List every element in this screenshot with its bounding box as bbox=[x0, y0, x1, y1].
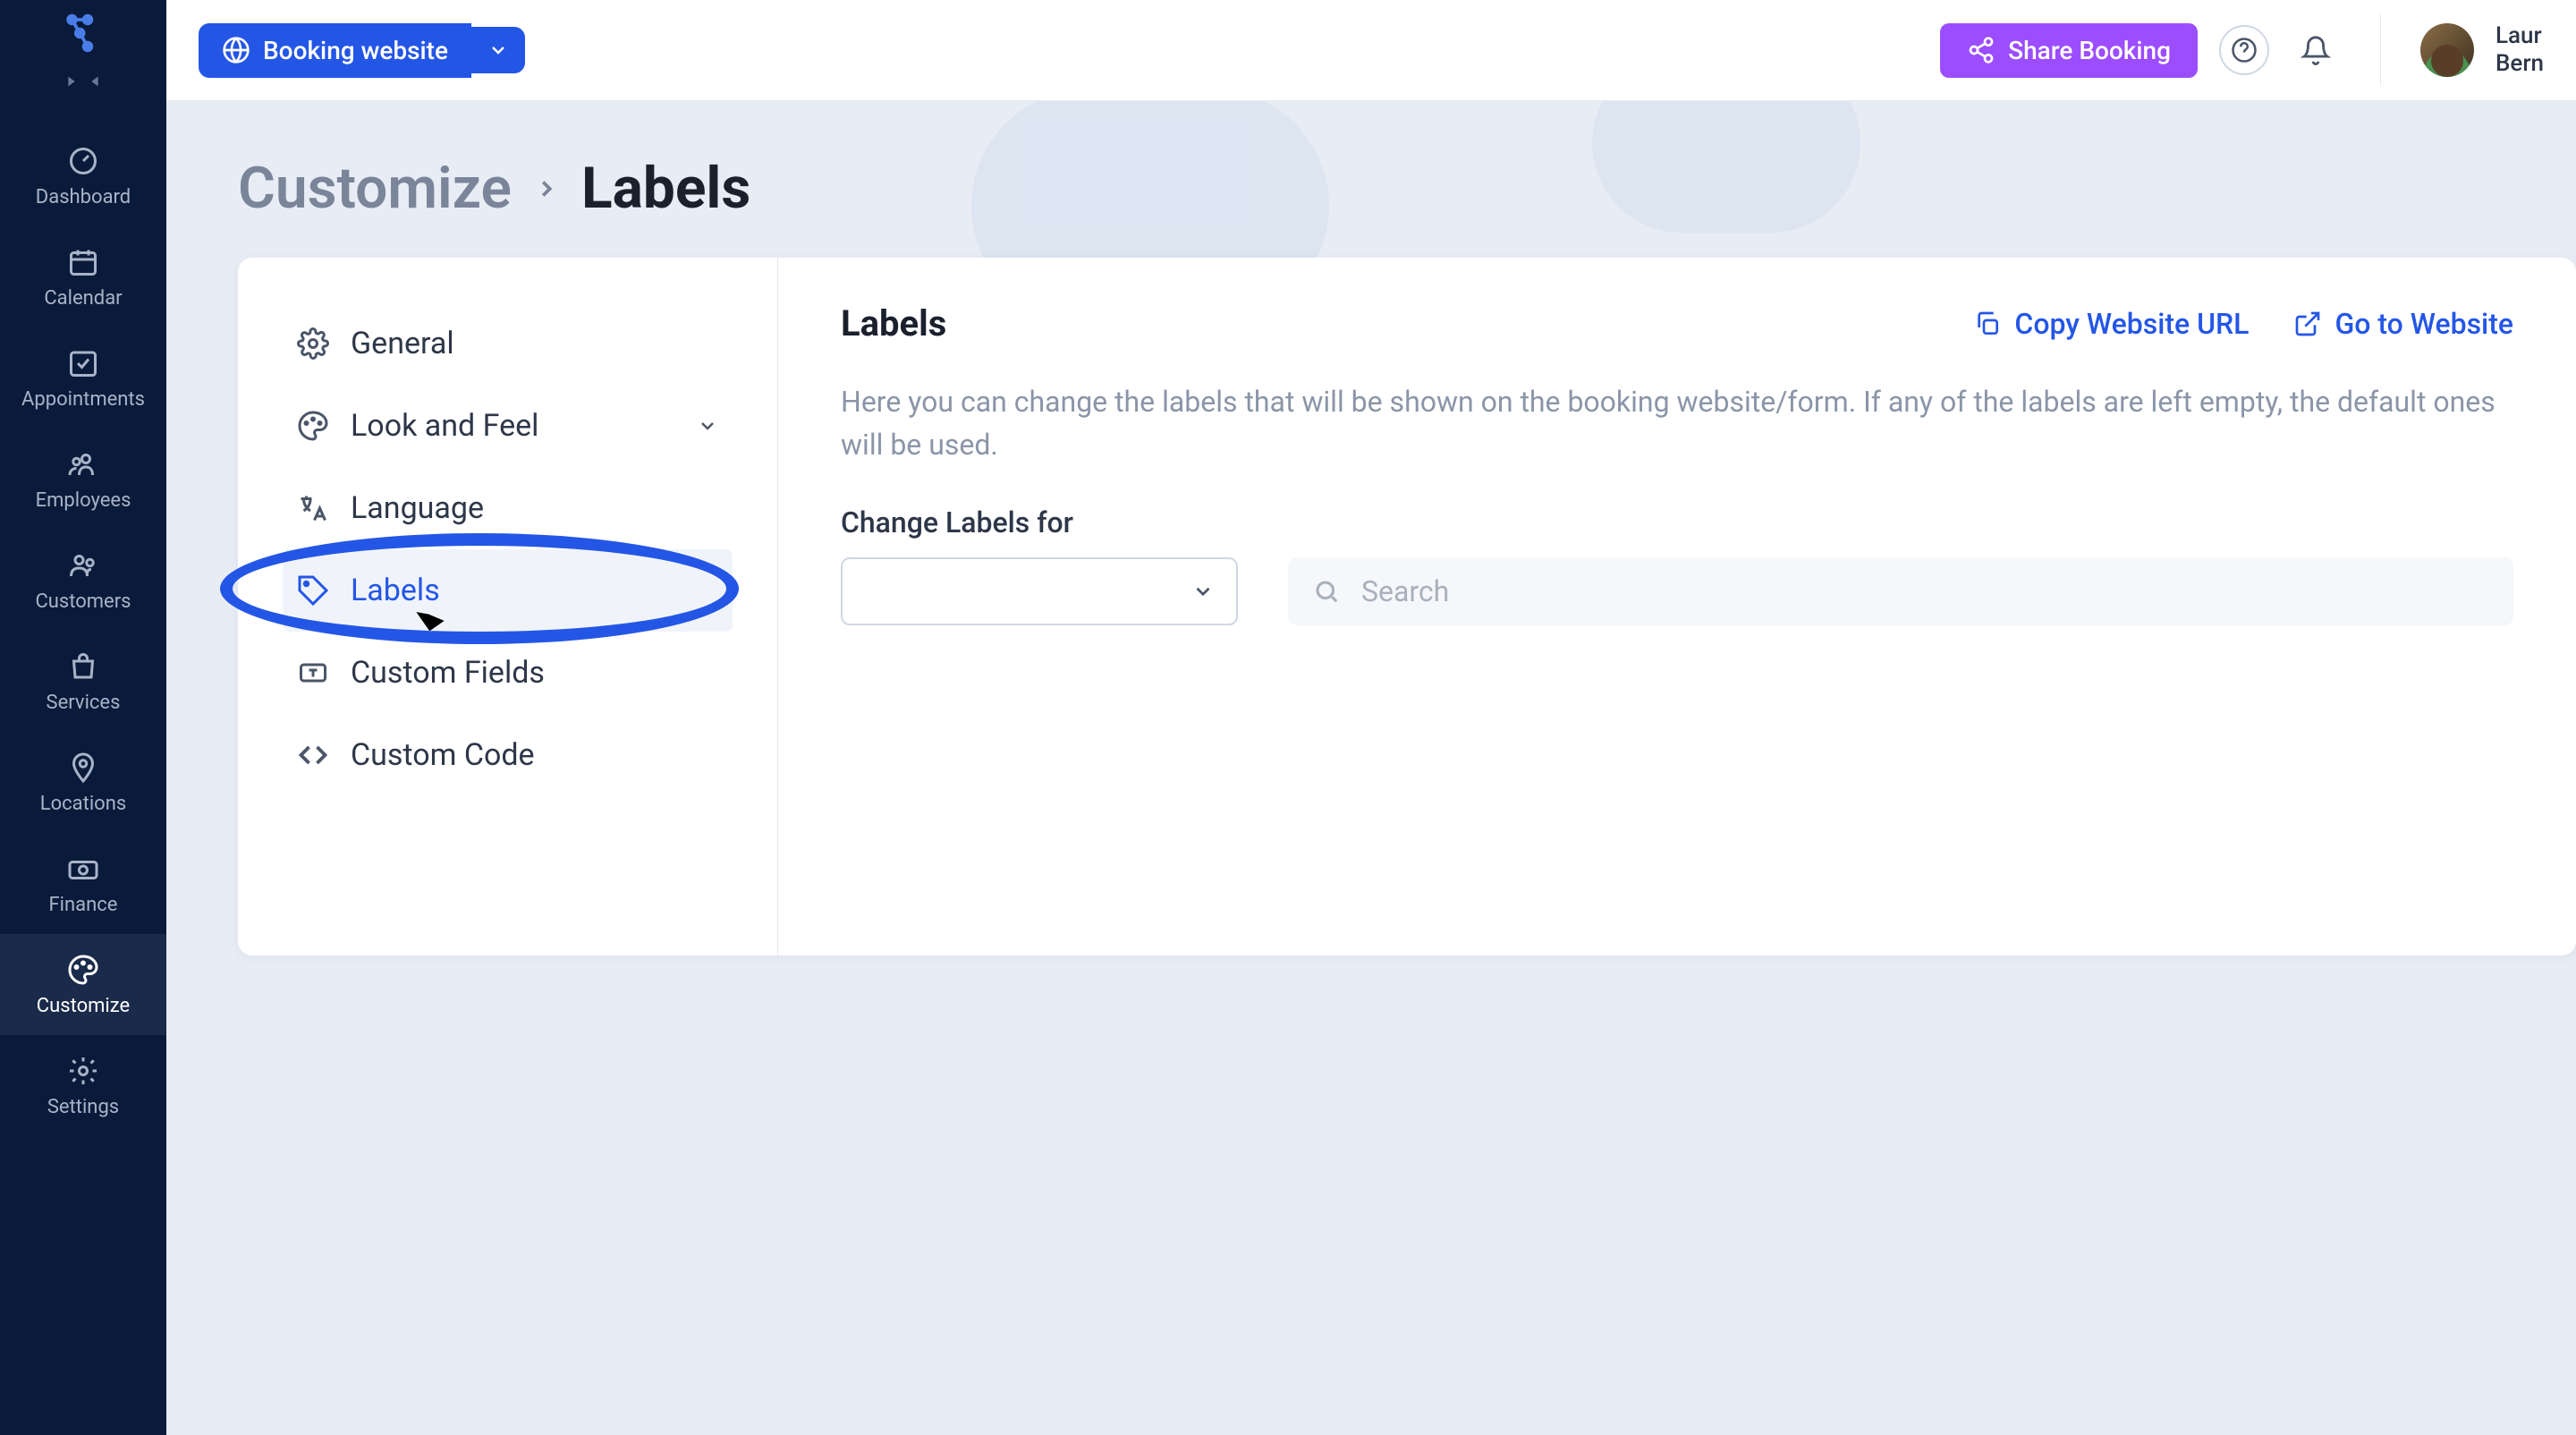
gear-icon bbox=[297, 327, 329, 360]
main-sidebar: Dashboard Calendar Appointments Employee… bbox=[0, 0, 166, 1435]
sidebar-item-customize[interactable]: Customize bbox=[0, 934, 166, 1035]
notifications-button[interactable] bbox=[2291, 25, 2341, 75]
sidebar-item-label: Employees bbox=[36, 489, 131, 512]
card-nav-custom-fields[interactable]: Custom Fields bbox=[283, 632, 733, 714]
globe-icon bbox=[222, 36, 250, 64]
breadcrumb-current: Labels bbox=[581, 155, 750, 222]
user-avatar[interactable] bbox=[2420, 23, 2474, 77]
booking-website-label: Booking website bbox=[263, 36, 448, 65]
breadcrumb: Customize Labels bbox=[166, 101, 2576, 258]
speedometer-icon bbox=[65, 143, 101, 179]
check-square-icon bbox=[65, 345, 101, 381]
tag-icon bbox=[297, 574, 329, 607]
breadcrumb-parent[interactable]: Customize bbox=[238, 155, 512, 222]
calendar-icon bbox=[65, 244, 101, 280]
help-icon bbox=[2231, 37, 2258, 64]
chevron-down-icon bbox=[1191, 580, 1215, 603]
sidebar-item-label: Dashboard bbox=[36, 186, 131, 208]
topbar: Booking website Share Booking Laur bbox=[166, 0, 2576, 101]
card-sidebar: General Look and Feel Language Labels bbox=[238, 258, 778, 955]
sidebar-item-label: Customers bbox=[35, 590, 131, 613]
bell-icon bbox=[2301, 35, 2331, 65]
code-icon bbox=[297, 739, 329, 771]
customers-icon bbox=[65, 548, 101, 583]
divider bbox=[2380, 14, 2381, 86]
copy-url-button[interactable]: Copy Website URL bbox=[1973, 307, 2249, 341]
share-booking-label: Share Booking bbox=[2008, 36, 2171, 65]
card-main: Labels Copy Website URL Go to Website He… bbox=[778, 258, 2576, 955]
card-nav-look-and-feel[interactable]: Look and Feel bbox=[283, 385, 733, 467]
external-link-icon bbox=[2293, 310, 2322, 338]
bag-icon bbox=[65, 649, 101, 684]
chevron-right-icon bbox=[533, 175, 560, 202]
go-to-website-button[interactable]: Go to Website bbox=[2293, 307, 2513, 341]
card-nav-labels[interactable]: Labels bbox=[283, 549, 733, 632]
sidebar-item-label: Services bbox=[47, 692, 121, 714]
share-icon bbox=[1967, 36, 1996, 64]
card-nav-general[interactable]: General bbox=[283, 302, 733, 385]
card-nav-language[interactable]: Language bbox=[283, 467, 733, 549]
card-nav-custom-code[interactable]: Custom Code bbox=[283, 714, 733, 796]
booking-website-dropdown[interactable] bbox=[471, 27, 525, 73]
chevron-right-icon bbox=[64, 73, 80, 89]
user-name[interactable]: Laur Bern bbox=[2496, 22, 2544, 78]
chevron-down-icon bbox=[487, 39, 509, 61]
text-box-icon bbox=[297, 657, 329, 689]
content-card: General Look and Feel Language Labels bbox=[238, 258, 2576, 955]
card-nav-label: Labels bbox=[351, 573, 440, 608]
sidebar-item-dashboard[interactable]: Dashboard bbox=[0, 125, 166, 226]
sidebar-item-calendar[interactable]: Calendar bbox=[0, 226, 166, 327]
card-nav-label: Custom Fields bbox=[351, 655, 545, 691]
card-nav-label: General bbox=[351, 326, 454, 361]
sidebar-item-label: Appointments bbox=[21, 388, 145, 411]
palette-icon bbox=[297, 410, 329, 442]
sidebar-item-label: Customize bbox=[37, 995, 130, 1017]
search-input[interactable] bbox=[1361, 574, 2488, 608]
sidebar-item-label: Settings bbox=[47, 1096, 119, 1118]
booking-website-button[interactable]: Booking website bbox=[199, 23, 471, 78]
card-nav-label: Look and Feel bbox=[351, 408, 538, 444]
sidebar-item-label: Locations bbox=[40, 793, 126, 815]
palette-icon bbox=[65, 952, 101, 988]
sidebar-item-settings[interactable]: Settings bbox=[0, 1035, 166, 1136]
chevron-left-icon bbox=[87, 73, 103, 89]
sidebar-item-label: Finance bbox=[49, 894, 118, 916]
change-labels-for-label: Change Labels for bbox=[841, 505, 2513, 539]
search-icon bbox=[1313, 578, 1340, 605]
card-nav-label: Language bbox=[351, 490, 484, 526]
translate-icon bbox=[297, 492, 329, 524]
go-to-website-label: Go to Website bbox=[2334, 307, 2513, 341]
card-title: Labels bbox=[841, 302, 946, 344]
card-description: Here you can change the labels that will… bbox=[841, 380, 2513, 466]
pin-icon bbox=[65, 750, 101, 785]
sidebar-item-label: Calendar bbox=[44, 287, 122, 310]
gear-icon bbox=[65, 1053, 101, 1089]
nav-arrows[interactable] bbox=[64, 73, 103, 89]
sidebar-item-locations[interactable]: Locations bbox=[0, 732, 166, 833]
chevron-down-icon bbox=[697, 415, 718, 437]
search-input-container[interactable] bbox=[1288, 557, 2513, 625]
help-button[interactable] bbox=[2219, 25, 2269, 75]
sidebar-item-services[interactable]: Services bbox=[0, 631, 166, 732]
copy-url-label: Copy Website URL bbox=[2014, 307, 2249, 341]
sidebar-item-customers[interactable]: Customers bbox=[0, 530, 166, 631]
change-labels-for-select[interactable] bbox=[841, 557, 1238, 625]
card-nav-label: Custom Code bbox=[351, 737, 535, 773]
copy-icon bbox=[1973, 310, 2002, 338]
share-booking-button[interactable]: Share Booking bbox=[1940, 23, 2198, 78]
app-logo-icon[interactable] bbox=[61, 11, 106, 55]
money-icon bbox=[65, 851, 101, 887]
sidebar-item-finance[interactable]: Finance bbox=[0, 833, 166, 934]
sidebar-item-appointments[interactable]: Appointments bbox=[0, 327, 166, 429]
sidebar-item-employees[interactable]: Employees bbox=[0, 429, 166, 530]
employees-icon bbox=[65, 446, 101, 482]
